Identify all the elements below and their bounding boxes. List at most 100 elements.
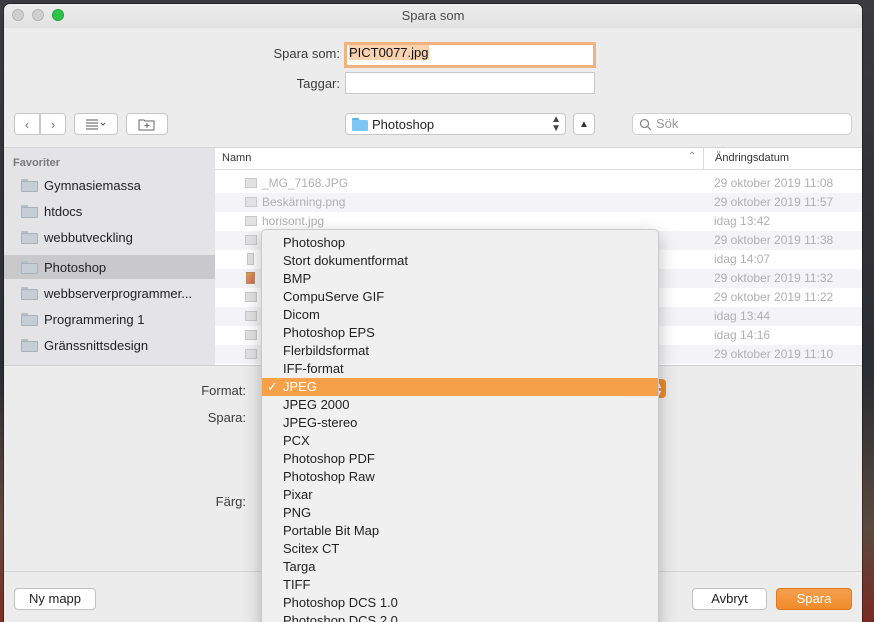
menu-item-label: Scitex CT — [283, 541, 340, 556]
farg-label: Färg: — [215, 494, 246, 509]
sidebar-heading: Favoriter — [13, 157, 61, 169]
image-file-icon — [245, 178, 257, 188]
sidebar-item-webbutveckling[interactable]: webbutveckling — [4, 225, 215, 249]
save-as-field[interactable]: PICT0077.jpg — [344, 42, 596, 68]
menu-item-tiff[interactable]: TIFF — [262, 576, 658, 594]
menu-item-pcx[interactable]: PCX — [262, 432, 658, 450]
menu-item-dicom[interactable]: Dicom — [262, 306, 658, 324]
folder-icon — [21, 260, 38, 274]
menu-item-label: Photoshop EPS — [283, 325, 375, 340]
location-popup[interactable]: Photoshop ▲ ▼ — [345, 113, 566, 135]
file-row[interactable]: Beskärning.png 29 oktober 2019 11:57 — [215, 193, 862, 212]
menu-item-label: JPEG 2000 — [283, 397, 350, 412]
back-button[interactable]: ‹ — [14, 113, 40, 135]
menu-item-label: CompuServe GIF — [283, 289, 385, 304]
file-date: 29 oktober 2019 11:38 — [714, 233, 834, 247]
sidebar-item-label: Gränssnittsdesign — [44, 337, 149, 353]
image-file-icon — [245, 292, 257, 302]
sort-chevron-icon: ⌃ — [688, 151, 697, 162]
image-file-icon — [245, 216, 257, 226]
sidebar-item-granssnittsdesign[interactable]: Gränssnittsdesign — [4, 333, 215, 357]
cancel-button[interactable]: Avbryt — [692, 588, 767, 610]
menu-item-iff-format[interactable]: IFF-format — [262, 360, 658, 378]
menu-item-photoshop-pdf[interactable]: Photoshop PDF — [262, 450, 658, 468]
folder-icon — [21, 312, 38, 326]
menu-item-label: Photoshop Raw — [283, 469, 375, 484]
menu-item-pixar[interactable]: Pixar — [262, 486, 658, 504]
menu-item-png[interactable]: PNG — [262, 504, 658, 522]
file-date: idag 13:42 — [714, 214, 771, 228]
menu-item-stort-dokumentformat[interactable]: Stort dokumentformat — [262, 252, 658, 270]
menu-item-photoshop-dcs-1[interactable]: Photoshop DCS 1.0 — [262, 594, 658, 612]
minimize-button[interactable] — [32, 9, 44, 21]
menu-item-label: PNG — [283, 505, 312, 520]
file-name: Beskärning.png — [262, 195, 346, 209]
window-title: Spara som — [401, 8, 465, 23]
column-divider — [703, 148, 704, 170]
zoom-button[interactable] — [52, 9, 64, 21]
sidebar-item-htdocs[interactable]: htdocs — [4, 199, 215, 223]
menu-item-targa[interactable]: Targa — [262, 558, 658, 576]
menu-item-label: Photoshop DCS 2.0 — [283, 613, 398, 622]
menu-item-label: TIFF — [283, 577, 311, 592]
menu-item-label: Targa — [283, 559, 316, 574]
column-name-header[interactable]: Namn — [222, 152, 251, 164]
menu-item-photoshop-raw[interactable]: Photoshop Raw — [262, 468, 658, 486]
menu-item-photoshop[interactable]: Photoshop — [262, 234, 658, 252]
menu-item-jpeg-stereo[interactable]: JPEG-stereo — [262, 414, 658, 432]
forward-button[interactable]: › — [40, 113, 66, 135]
tags-field[interactable] — [345, 72, 595, 94]
titlebar: Spara som — [4, 4, 862, 28]
document-file-icon — [247, 253, 254, 265]
menu-item-label: PCX — [283, 433, 310, 448]
folder-icon — [21, 230, 38, 244]
search-field[interactable]: Sök — [632, 113, 852, 135]
menu-item-scitex-ct[interactable]: Scitex CT — [262, 540, 658, 558]
sidebar-item-programmering-1[interactable]: Programmering 1 — [4, 307, 215, 331]
checkmark-icon: ✓ — [267, 379, 278, 394]
menu-item-portable-bit-map[interactable]: Portable Bit Map — [262, 522, 658, 540]
menu-item-label: Photoshop — [283, 235, 346, 250]
sidebar-item-gymnasiemassa[interactable]: Gymnasiemassa — [4, 173, 215, 197]
column-date-header[interactable]: Ändringsdatum — [715, 152, 789, 164]
folder-icon — [21, 178, 38, 192]
menu-item-photoshop-eps[interactable]: Photoshop EPS — [262, 324, 658, 342]
close-button[interactable] — [12, 9, 24, 21]
menu-item-compuserve-gif[interactable]: CompuServe GIF — [262, 288, 658, 306]
file-date: idag 14:07 — [714, 252, 771, 266]
save-button[interactable]: Spara — [776, 588, 852, 610]
sidebar-item-photoshop[interactable]: Photoshop — [4, 255, 215, 279]
folder-icon — [21, 204, 38, 218]
sidebar-item-label: htdocs — [44, 203, 83, 219]
sidebar-item-webbserverprogrammering[interactable]: webbserverprogrammer... — [4, 281, 215, 305]
expand-collapse-button[interactable]: ▲ — [573, 113, 595, 135]
menu-item-jpeg-2000[interactable]: JPEG 2000 — [262, 396, 658, 414]
view-options-button[interactable] — [74, 113, 118, 135]
menu-item-label: BMP — [283, 271, 312, 286]
file-date: 29 oktober 2019 11:10 — [714, 347, 834, 361]
spara-label: Spara: — [207, 410, 246, 425]
file-name: horisont.jpg — [262, 214, 325, 228]
menu-item-photoshop-dcs-2[interactable]: Photoshop DCS 2.0 — [262, 612, 658, 622]
menu-item-flerbildsformat[interactable]: Flerbildsformat — [262, 342, 658, 360]
menu-item-jpeg[interactable]: ✓ JPEG — [262, 378, 658, 396]
save-as-value: PICT0077.jpg — [349, 45, 429, 60]
photo-file-icon — [246, 272, 255, 284]
format-label: Format: — [201, 383, 246, 398]
new-folder-button[interactable]: Ny mapp — [14, 588, 96, 610]
menu-item-bmp[interactable]: BMP — [262, 270, 658, 288]
file-date: idag 14:16 — [714, 328, 771, 342]
new-folder-icon — [138, 119, 155, 130]
new-folder-toolbar-button[interactable] — [126, 113, 168, 135]
image-file-icon — [245, 311, 257, 321]
menu-item-label: JPEG-stereo — [283, 415, 358, 430]
folder-icon — [21, 286, 38, 300]
menu-item-label: JPEG — [283, 379, 317, 394]
tags-label: Taggar: — [296, 76, 340, 91]
menu-item-label: Pixar — [283, 487, 313, 502]
chevron-right-icon: › — [50, 116, 56, 132]
file-row[interactable]: _MG_7168.JPG 29 oktober 2019 11:08 — [215, 174, 862, 193]
sidebar: Favoriter Gymnasiemassa htdocs webbutvec… — [4, 147, 215, 365]
save-as-label: Spara som: — [273, 46, 340, 61]
menu-item-label: Stort dokumentformat — [283, 253, 408, 268]
